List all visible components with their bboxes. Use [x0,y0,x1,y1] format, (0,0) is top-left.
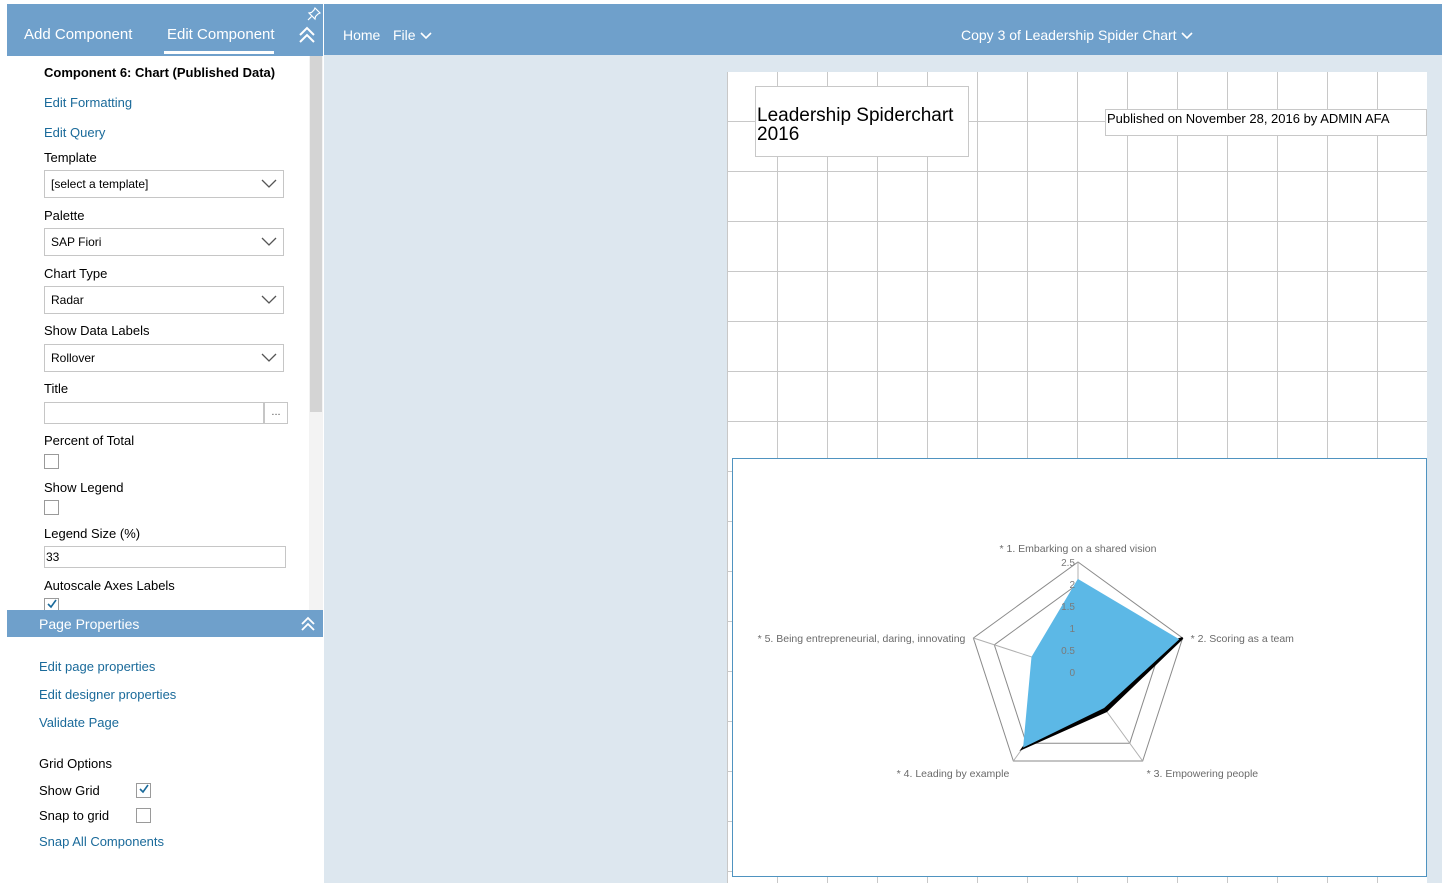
palette-label: Palette [44,208,85,223]
chevron-down-icon [261,353,277,362]
validate-page-link[interactable]: Validate Page [39,715,119,730]
title-input[interactable] [44,402,264,424]
snap-to-grid-checkbox[interactable] [136,808,151,823]
collapse-panel-icon[interactable] [297,25,317,45]
show-grid-label: Show Grid [39,783,100,798]
published-info: Published on November 28, 2016 by ADMIN … [1107,111,1390,126]
autoscale-axes-labels-checkbox[interactable] [44,598,59,610]
designer-workspace: Home File Copy 3 of Leadership Spider Ch… [324,4,1442,883]
category-label: * 4. Leading by example [897,768,1010,780]
title-text-component[interactable]: Leadership Spiderchart 2016 [755,86,969,157]
legend-size-input[interactable]: 33 [44,546,286,568]
category-label: * 5. Being entrepreneurial, daring, inno… [758,633,966,645]
show-grid-checkbox[interactable] [136,783,151,798]
chevron-down-icon [261,237,277,246]
palette-value: SAP Fiori [51,235,102,249]
checkmark-icon [139,784,149,794]
chevron-down-icon [261,179,277,188]
chevron-down-icon [261,295,277,304]
edit-designer-properties-link[interactable]: Edit designer properties [39,687,176,702]
show-data-labels-dropdown[interactable]: Rollover [44,344,284,372]
page-properties-header[interactable]: Page Properties [7,610,323,637]
page-title: Leadership Spiderchart 2016 [757,105,954,145]
left-panel: Add Component Edit Component Component 6… [7,4,323,883]
radial-tick-label: 0 [1069,668,1075,679]
scrollbar-thumb[interactable] [310,56,322,412]
file-menu[interactable]: File [393,27,416,43]
chart-component[interactable]: 0 0.5 1 1.5 2 2.5 * 1. Embarking on a shared v… [732,458,1427,877]
template-dropdown[interactable]: [select a template] [44,170,284,198]
collapse-section-icon[interactable] [299,615,317,633]
category-label: * 2. Scoring as a team [1191,633,1295,645]
active-tab-indicator [164,51,274,54]
chevron-down-icon[interactable] [1181,32,1193,40]
top-toolbar: Home File Copy 3 of Leadership Spider Ch… [324,4,1442,55]
title-label: Title [44,381,69,396]
template-label: Template [44,150,97,165]
component-heading: Component 6: Chart (Published Data) [44,65,276,80]
edit-page-properties-link[interactable]: Edit page properties [39,659,155,674]
snap-to-grid-label: Snap to grid [39,808,110,823]
page-properties-title: Page Properties [39,616,140,632]
tab-add-component[interactable]: Add Component [24,26,132,43]
percent-of-total-checkbox[interactable] [44,454,59,469]
category-label: * 3. Empowering people [1147,768,1259,780]
legend-size-label: Legend Size (%) [44,526,141,541]
radial-tick-label: 0.5 [1061,646,1075,657]
template-value: [select a template] [51,177,149,191]
show-legend-label: Show Legend [44,480,124,495]
show-legend-checkbox[interactable] [44,500,59,515]
radar-chart: 0 0.5 1 1.5 2 2.5 * 1. Embarking on a shared v… [758,543,1295,780]
snap-all-components-link[interactable]: Snap All Components [39,834,164,849]
chart-type-dropdown[interactable]: Radar [44,286,284,314]
radial-tick-label: 2 [1069,580,1075,591]
component-tab-bar: Add Component Edit Component [7,4,323,56]
radial-tick-label: 2.5 [1061,558,1075,569]
palette-dropdown[interactable]: SAP Fiori [44,228,284,256]
category-label: * 1. Embarking on a shared vision [999,543,1156,555]
chart-type-label: Chart Type [44,266,108,281]
component-properties-pane: Component 6: Chart (Published Data) Edit… [7,56,323,610]
title-ellipsis-button[interactable]: ... [264,402,288,424]
edit-query-link[interactable]: Edit Query [44,125,105,140]
edit-formatting-link[interactable]: Edit Formatting [44,95,132,110]
autoscale-axes-labels-label: Autoscale Axes Labels [44,578,175,593]
home-menu[interactable]: Home [343,27,380,43]
show-data-labels-value: Rollover [51,351,96,365]
chevron-down-icon[interactable] [420,32,432,40]
chart-type-value: Radar [51,293,84,307]
document-title-menu[interactable]: Copy 3 of Leadership Spider Chart [961,27,1177,43]
page-canvas[interactable]: Leadership Spiderchart 2016 Published on… [727,72,1427,883]
show-data-labels-label: Show Data Labels [44,323,150,338]
radial-tick-label: 1 [1069,624,1075,635]
checkmark-icon [47,599,57,609]
pin-icon[interactable] [307,7,321,21]
published-text-component[interactable]: Published on November 28, 2016 by ADMIN … [1105,109,1427,136]
radial-tick-label: 1.5 [1061,602,1075,613]
tab-edit-component[interactable]: Edit Component [167,26,275,43]
percent-of-total-label: Percent of Total [44,433,135,448]
grid-options-label: Grid Options [39,756,112,771]
